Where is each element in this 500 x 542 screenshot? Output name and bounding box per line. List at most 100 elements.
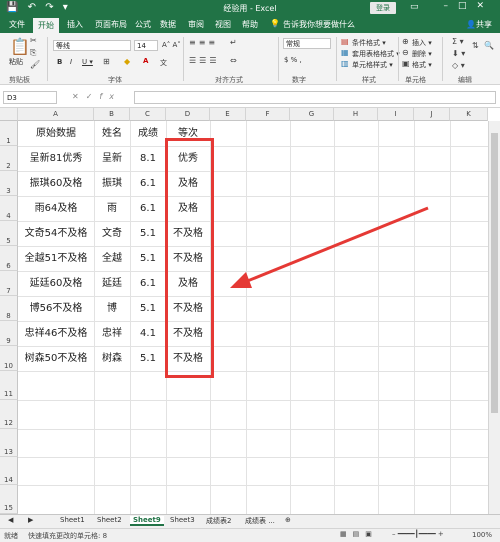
sheet-tab[interactable]: 成绩表2 [206,516,231,526]
row-header[interactable]: 6 [0,246,18,271]
bold-button[interactable]: B [57,58,62,66]
zoom-slider[interactable]: – ━━━━┃━━━━ + [392,530,444,538]
next-sheet-icon[interactable]: ▶ [28,516,33,524]
underline-button[interactable]: U ▾ [82,58,93,66]
column-header-c[interactable]: C [130,108,166,121]
align-left-icons[interactable]: ☰☰☰ [189,56,220,65]
prev-sheet-icon[interactable]: ◀ [8,516,13,524]
data-cell[interactable]: 忠祥46不及格 [18,321,94,346]
format-button[interactable]: 格式 ▾ [412,60,432,70]
wrap-text-icon[interactable]: ↵ [230,38,237,47]
data-cell[interactable]: 雨 [94,196,130,221]
tab-page-layout[interactable]: 页面布局 [95,19,127,30]
data-cell[interactable]: 8.1 [130,146,166,171]
header-cell[interactable]: 姓名 [94,121,130,146]
format-painter-icon[interactable]: 🖌 [30,60,40,69]
column-header-i[interactable]: I [378,108,414,121]
view-mode-icons[interactable]: ▦▤▣ [340,530,378,538]
find-select-icon[interactable]: 🔍 [484,41,494,50]
data-cell[interactable]: 文奇54不及格 [18,221,94,246]
font-grow-shrink[interactable]: A˄ A˅ [162,41,181,49]
font-color-icon[interactable]: A [143,57,148,65]
data-cell[interactable]: 延廷60及格 [18,271,94,296]
tab-formulas[interactable]: 公式 [135,19,151,30]
vertical-scrollbar[interactable] [488,121,500,514]
row-header[interactable]: 12 [0,400,18,429]
tab-file[interactable]: 文件 [9,19,25,30]
formula-icons[interactable]: ✕✓fx [72,92,121,101]
tell-me-search[interactable]: 告诉我你想要做什么 [283,19,355,30]
row-header[interactable]: 1 [0,121,18,146]
name-box[interactable]: D3 [3,91,57,104]
data-cell[interactable]: 5.1 [130,246,166,271]
number-format-buttons[interactable]: $ % , [284,56,302,64]
data-cell[interactable]: 呈新81优秀 [18,146,94,171]
add-sheet-icon[interactable]: ⊕ [285,516,291,524]
column-header-g[interactable]: G [290,108,334,121]
column-header-b[interactable]: B [94,108,130,121]
data-cell[interactable]: 5.1 [130,346,166,371]
row-header[interactable]: 8 [0,296,18,321]
cut-icon[interactable]: ✂ [30,36,37,45]
data-cell[interactable]: 忠祥 [94,321,130,346]
data-cell[interactable]: 6.1 [130,196,166,221]
insert-button[interactable]: 插入 ▾ [412,38,432,48]
tab-insert[interactable]: 插入 [67,19,83,30]
data-cell[interactable]: 6.1 [130,271,166,296]
sort-filter-icon[interactable]: ⇅ [472,41,479,50]
data-cell[interactable]: 全越51不及格 [18,246,94,271]
column-header-a[interactable]: A [18,108,94,121]
border-icon[interactable]: ⊞ [103,57,110,66]
tab-help[interactable]: 帮助 [242,19,258,30]
merge-center-icon[interactable]: ⇔ [230,56,237,65]
data-cell[interactable]: 4.1 [130,321,166,346]
data-cell[interactable]: 树森 [94,346,130,371]
column-header-e[interactable]: E [210,108,246,121]
sheet-tab[interactable]: Sheet1 [60,516,85,524]
row-header[interactable]: 7 [0,271,18,296]
window-controls[interactable]: –□✕ [443,1,494,11]
data-cell[interactable]: 树森50不及格 [18,346,94,371]
column-header-f[interactable]: F [246,108,290,121]
data-cell[interactable]: 呈新 [94,146,130,171]
column-header-j[interactable]: J [414,108,450,121]
font-name-select[interactable]: 等线 [53,40,131,51]
sheet-tab[interactable]: Sheet2 [97,516,122,524]
fill-color-icon[interactable]: ◆ [124,57,130,66]
data-cell[interactable]: 5.1 [130,221,166,246]
sheet-tab-active[interactable]: Sheet9 [130,516,164,526]
header-cell[interactable]: 成绩 [130,121,166,146]
row-header[interactable]: 14 [0,457,18,485]
data-cell[interactable]: 振琪 [94,171,130,196]
row-header[interactable]: 10 [0,346,18,371]
formula-input[interactable] [134,91,496,104]
data-cell[interactable]: 6.1 [130,171,166,196]
italic-button[interactable]: I [70,58,72,66]
fill-icon[interactable]: ⬇ ▾ [452,49,465,58]
conditional-format-button[interactable]: 条件格式 ▾ [352,38,386,48]
align-top-icons[interactable]: ≡≡≡ [189,38,218,47]
row-header[interactable]: 3 [0,171,18,196]
table-format-button[interactable]: 套用表格格式 ▾ [352,49,400,59]
data-cell[interactable]: 雨64及格 [18,196,94,221]
data-cell[interactable]: 全越 [94,246,130,271]
font-size-select[interactable]: 14 [134,40,158,51]
share-button[interactable]: 👤共享 [466,19,492,30]
select-all-corner[interactable] [0,108,18,121]
cell-style-button[interactable]: 单元格样式 ▾ [352,60,393,70]
login-button[interactable]: 登录 [370,2,396,14]
scrollbar-thumb[interactable] [491,133,498,413]
number-format-select[interactable]: 常规 [283,38,331,49]
sheet-tab[interactable]: Sheet3 [170,516,195,524]
ribbon-display-icon[interactable]: ▭ [410,2,419,12]
tab-data[interactable]: 数据 [160,19,176,30]
data-cell[interactable]: 5.1 [130,296,166,321]
paste-icon[interactable]: 📋 [10,37,30,56]
data-cell[interactable]: 博56不及格 [18,296,94,321]
paste-label[interactable]: 粘贴 [9,57,23,67]
data-cell[interactable]: 延廷 [94,271,130,296]
autosum-icon[interactable]: Σ ▾ [452,37,464,46]
tab-view[interactable]: 视图 [215,19,231,30]
sheet-tab[interactable]: 成绩表 ... [245,516,275,526]
phonetic-icon[interactable]: 文 [160,58,167,68]
